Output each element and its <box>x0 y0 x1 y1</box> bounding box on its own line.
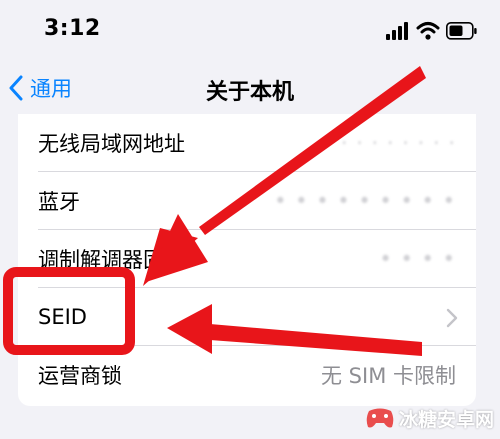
settings-row-wifi-address[interactable]: 无线局域网地址 · · · · · · · · <box>18 114 476 172</box>
row-label: SEID <box>38 305 87 329</box>
settings-row-seid[interactable]: SEID <box>18 288 476 346</box>
settings-row-modem-firmware[interactable]: 调制解调器固件 • • • • <box>18 230 476 288</box>
status-time: 3:12 <box>44 16 101 41</box>
status-bar: 3:12 <box>0 0 500 62</box>
watermark-text: 冰糖安卓网 <box>398 408 494 431</box>
cellular-signal-icon <box>386 22 408 40</box>
row-value: 无 SIM 卡限制 <box>321 364 456 388</box>
page-title: 关于本机 <box>205 80 294 105</box>
site-watermark: 冰糖安卓网 <box>365 403 494 433</box>
row-label: 蓝牙 <box>38 190 80 214</box>
row-label: 运营商锁 <box>38 364 122 388</box>
settings-row-bluetooth[interactable]: 蓝牙 • • • • • • • • • <box>18 172 476 230</box>
chevron-right-icon <box>446 308 458 328</box>
battery-icon <box>446 22 477 40</box>
gamepad-logo-icon <box>366 408 394 428</box>
row-value: · · · · · · · · <box>340 131 456 155</box>
row-value: • • • • • • • • • <box>274 189 456 213</box>
status-icons <box>386 20 478 42</box>
settings-row-carrier-lock[interactable]: 运营商锁 无 SIM 卡限制 <box>18 346 476 404</box>
row-label: 无线局域网地址 <box>38 132 185 156</box>
row-label: 调制解调器固件 <box>38 248 185 272</box>
settings-card: 无线局域网地址 · · · · · · · · 蓝牙 • • • • • • •… <box>18 114 476 406</box>
row-value: • • • • <box>379 247 456 271</box>
wifi-icon <box>416 22 440 40</box>
navigation-bar: 通用 关于本机 <box>0 62 500 112</box>
